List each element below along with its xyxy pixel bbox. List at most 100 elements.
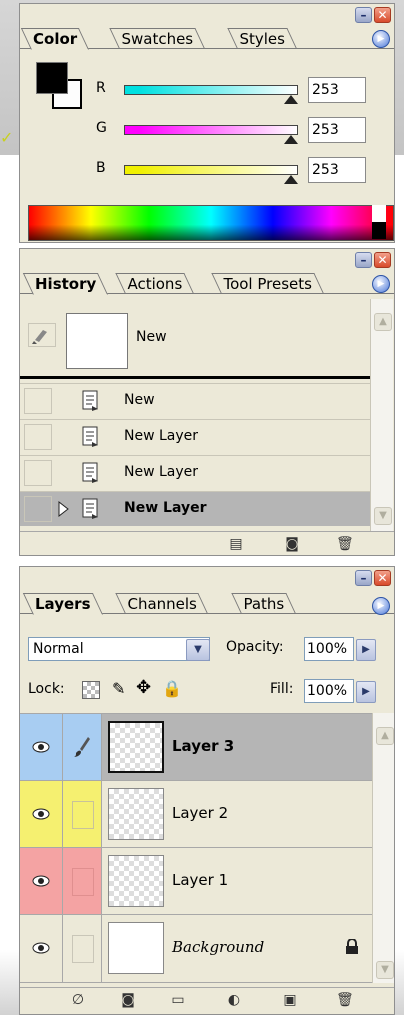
history-snapshot-row[interactable]: New — [24, 299, 368, 374]
red-value-field[interactable]: 253 — [308, 77, 366, 103]
history-brush-source-icon[interactable] — [28, 323, 56, 347]
snapshot-label: New — [136, 329, 167, 345]
camera-snapshot-icon[interactable]: ◙ — [284, 537, 300, 551]
scroll-up-arrow-icon[interactable]: ▲ — [374, 313, 392, 331]
panel-menu-arrow-icon[interactable]: ▶ — [372, 30, 390, 48]
layer-row[interactable]: Layer 1 — [20, 847, 372, 915]
link-icon[interactable]: ∅ — [70, 993, 86, 1007]
scroll-down-arrow-icon[interactable]: ▼ — [376, 961, 394, 979]
document-state-icon — [82, 426, 98, 447]
folder-icon[interactable]: ▭ — [170, 993, 186, 1007]
panel-menu-arrow-icon[interactable]: ▶ — [372, 597, 390, 615]
tab-actions[interactable]: Actions — [115, 273, 194, 293]
color-panel-titlebar[interactable]: – ✕ — [20, 4, 394, 26]
history-state-row-active[interactable]: New Layer — [20, 491, 370, 526]
chevron-down-icon[interactable]: ▼ — [186, 639, 210, 661]
document-state-icon — [82, 462, 98, 483]
green-slider-handle[interactable] — [284, 135, 298, 144]
layer-visibility-toggle[interactable] — [20, 915, 63, 982]
minimize-button[interactable]: – — [355, 570, 372, 586]
history-source-checkbox[interactable] — [24, 424, 52, 450]
layer-name[interactable]: Layer 1 — [172, 871, 228, 889]
close-button[interactable]: ✕ — [374, 7, 391, 23]
layer-thumbnail — [108, 855, 164, 907]
layer-name[interactable]: Layer 3 — [172, 737, 234, 755]
black-white-ramp-end[interactable] — [372, 205, 386, 239]
history-scrollbar[interactable]: ▲ ▼ — [370, 299, 393, 531]
layers-scrollbar[interactable]: ▲ ▼ — [372, 713, 394, 983]
tab-history[interactable]: History — [22, 273, 109, 295]
history-source-checkbox[interactable] — [24, 460, 52, 486]
layer-row[interactable]: Layer 2 — [20, 780, 372, 848]
history-state-row[interactable]: New Layer — [20, 419, 370, 454]
layer-row-background[interactable]: Background — [20, 914, 372, 983]
history-state-row[interactable]: New — [20, 383, 370, 418]
layer-brush-indicator[interactable] — [63, 714, 102, 781]
blue-value-field[interactable]: 253 — [308, 157, 366, 183]
snapshot-separator — [20, 376, 370, 379]
minimize-button[interactable]: – — [355, 252, 372, 268]
layer-visibility-toggle[interactable] — [20, 848, 63, 915]
fill-field[interactable]: 100% — [304, 679, 354, 703]
history-source-checkbox[interactable] — [24, 496, 52, 522]
layers-panel-titlebar[interactable]: – ✕ — [20, 567, 394, 589]
tab-color[interactable]: Color — [20, 28, 90, 50]
layer-visibility-toggle[interactable] — [20, 714, 63, 781]
history-bottom-bar: ▤ ◙ 🗑 — [20, 531, 394, 555]
color-spectrum-ramp[interactable] — [28, 205, 394, 241]
layers-bottom-bar: ∅ ◙ ▭ ◐ ▣ 🗑 — [20, 987, 394, 1014]
layer-link-slot[interactable] — [63, 781, 102, 848]
green-slider-track[interactable] — [124, 125, 298, 135]
layer-thumbnail — [108, 721, 164, 773]
trash-icon[interactable]: 🗑 — [336, 537, 354, 551]
close-button[interactable]: ✕ — [374, 252, 391, 268]
tab-styles[interactable]: Styles — [227, 28, 297, 48]
color-panel-tabs: Color Swatches Styles — [20, 26, 394, 50]
panel-menu-arrow-icon[interactable]: ▶ — [372, 275, 390, 293]
green-channel-label: G — [96, 120, 107, 136]
opacity-slider-arrow-icon[interactable]: ▶ — [356, 639, 376, 661]
history-state-pointer-icon[interactable] — [58, 501, 70, 517]
close-button[interactable]: ✕ — [374, 570, 391, 586]
history-state-row[interactable]: New Layer — [20, 455, 370, 490]
scroll-up-arrow-icon[interactable]: ▲ — [376, 727, 394, 745]
document-state-icon — [82, 498, 98, 519]
red-slider-track[interactable] — [124, 85, 298, 95]
layer-name[interactable]: Layer 2 — [172, 804, 228, 822]
blend-mode-select[interactable]: Normal — [28, 637, 210, 661]
layer-thumbnail — [108, 788, 164, 840]
tab-tool-presets[interactable]: Tool Presets — [211, 273, 324, 293]
blue-slider-track[interactable] — [124, 165, 298, 175]
history-source-checkbox[interactable] — [24, 388, 52, 414]
adjustment-layer-icon[interactable]: ◐ — [226, 993, 242, 1007]
minimize-button[interactable]: – — [355, 7, 372, 23]
lock-image-brush-icon[interactable]: ✎ — [112, 679, 125, 698]
green-value-field[interactable]: 253 — [308, 117, 366, 143]
tab-paths[interactable]: Paths — [231, 593, 296, 613]
history-panel-titlebar[interactable]: – ✕ — [20, 249, 394, 271]
link-slot-box — [72, 868, 94, 896]
lock-position-move-icon[interactable]: ✥ — [136, 677, 151, 698]
tab-layers[interactable]: Layers — [22, 593, 103, 615]
tab-channels[interactable]: Channels — [115, 593, 209, 613]
red-slider-handle[interactable] — [284, 95, 298, 104]
layer-row-selected[interactable]: Layer 3 — [20, 713, 372, 781]
layer-mask-icon[interactable]: ◙ — [120, 993, 136, 1007]
layer-name[interactable]: Background — [172, 938, 264, 956]
opacity-field[interactable]: 100% — [304, 637, 354, 661]
layer-link-slot[interactable] — [63, 848, 102, 915]
trash-icon[interactable]: 🗑 — [336, 993, 354, 1007]
foreground-color-swatch[interactable] — [36, 62, 68, 94]
lock-icon — [346, 939, 358, 954]
layer-visibility-toggle[interactable] — [20, 781, 63, 848]
fill-slider-arrow-icon[interactable]: ▶ — [356, 681, 376, 703]
tab-swatches[interactable]: Swatches — [109, 28, 205, 48]
new-document-from-state-icon[interactable]: ▤ — [228, 537, 244, 551]
layer-link-slot[interactable] — [63, 915, 102, 982]
lock-transparency-icon[interactable] — [82, 681, 100, 699]
layers-panel: – ✕ Layers Channels Paths ▶ Normal ▼ Opa… — [19, 566, 395, 1015]
scroll-down-arrow-icon[interactable]: ▼ — [374, 507, 392, 525]
new-layer-icon[interactable]: ▣ — [282, 993, 298, 1007]
blue-slider-handle[interactable] — [284, 175, 298, 184]
lock-all-icon[interactable]: 🔒 — [162, 679, 182, 698]
